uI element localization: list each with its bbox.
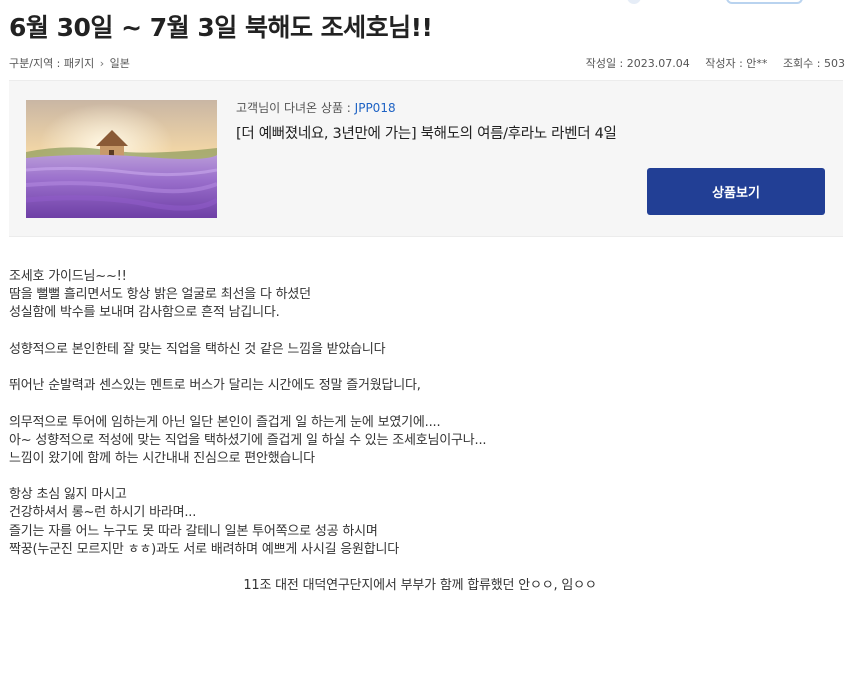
top-partial-button[interactable] bbox=[726, 0, 803, 4]
content-line: 의무적으로 투어에 임하는게 아닌 일단 본인이 즐겁게 일 하는게 눈에 보였… bbox=[9, 414, 441, 430]
meta-row: 구분/지역 : 패키지 › 일본 작성일 : 2023.07.04 작성자 : … bbox=[0, 52, 855, 72]
product-name[interactable]: [더 예뻐졌네요, 3년만에 가는] 북해도의 여름/후라노 라벤더 4일 bbox=[236, 122, 617, 143]
page-title: 6월 30일 ~ 7월 3일 북해도 조세호님!! bbox=[9, 13, 433, 42]
post-author: 작성자 : 안** bbox=[705, 57, 768, 70]
chevron-right-icon: › bbox=[99, 57, 105, 70]
breadcrumb-category: 구분/지역 : 패키지 bbox=[9, 57, 95, 70]
content-line: 즐기는 자를 어느 누구도 못 따라 갈테니 일본 투어쪽으로 성공 하시며 bbox=[9, 523, 378, 539]
content-line: 땀을 뻘뻘 흘리면서도 항상 밝은 얼굴로 최선을 다 하셨던 bbox=[9, 287, 311, 303]
content-line: 짝꿍(누군진 모르지만 ㅎㅎ)과도 서로 배려하며 예쁘게 사시길 응원합니다 bbox=[9, 541, 400, 557]
content-line: 조세호 가이드님~~!! bbox=[9, 269, 127, 284]
post-date: 작성일 : 2023.07.04 bbox=[585, 57, 690, 70]
content-line: 건강하셔서 롱~런 하시기 바라며... bbox=[9, 505, 197, 521]
content-line: 성실함에 박수를 보내며 감사함으로 흔적 남깁니다. bbox=[9, 305, 280, 321]
product-panel: 고객님이 다녀온 상품 : JPP018 [더 예뻐졌네요, 3년만에 가는] … bbox=[9, 80, 843, 237]
review-content: 조세호 가이드님~~!! 땀을 뻘뻘 흘리면서도 항상 밝은 얼굴로 최선을 다 … bbox=[9, 268, 839, 595]
post-views: 조회수 : 503 bbox=[782, 57, 845, 70]
post-info: 작성일 : 2023.07.04 작성자 : 안** 조회수 : 503 bbox=[574, 55, 845, 71]
content-line: 뛰어난 순발력과 센스있는 멘트로 버스가 달리는 시간에도 정말 즐거웠답니다… bbox=[9, 378, 421, 394]
top-partial-icon bbox=[627, 0, 641, 4]
signature-line: 11조 대전 대덕연구단지에서 부부가 함께 합류했던 안ㅇㅇ, 임ㅇㅇ bbox=[243, 578, 597, 594]
product-code-label: 고객님이 다녀온 상품 : bbox=[236, 101, 355, 115]
view-product-button[interactable]: 상품보기 bbox=[647, 168, 825, 215]
product-code-line: 고객님이 다녀온 상품 : JPP018 bbox=[236, 99, 396, 116]
product-code[interactable]: JPP018 bbox=[355, 101, 396, 115]
content-line: 항상 초심 잃지 마시고 bbox=[9, 487, 127, 503]
content-line: 성향적으로 본인한테 잘 맞는 직업을 택하신 것 같은 느낌을 받았습니다 bbox=[9, 341, 386, 357]
content-line: 아~ 성향적으로 적성에 맞는 직업을 택하셨기에 즐겁게 일 하실 수 있는 … bbox=[9, 432, 487, 448]
content-line: 느낌이 왔기에 함께 하는 시간내내 진심으로 편안했습니다 bbox=[9, 450, 315, 466]
breadcrumb-region: 일본 bbox=[109, 57, 130, 70]
lavender-field-photo[interactable] bbox=[26, 100, 217, 218]
breadcrumb: 구분/지역 : 패키지 › 일본 bbox=[9, 55, 130, 71]
